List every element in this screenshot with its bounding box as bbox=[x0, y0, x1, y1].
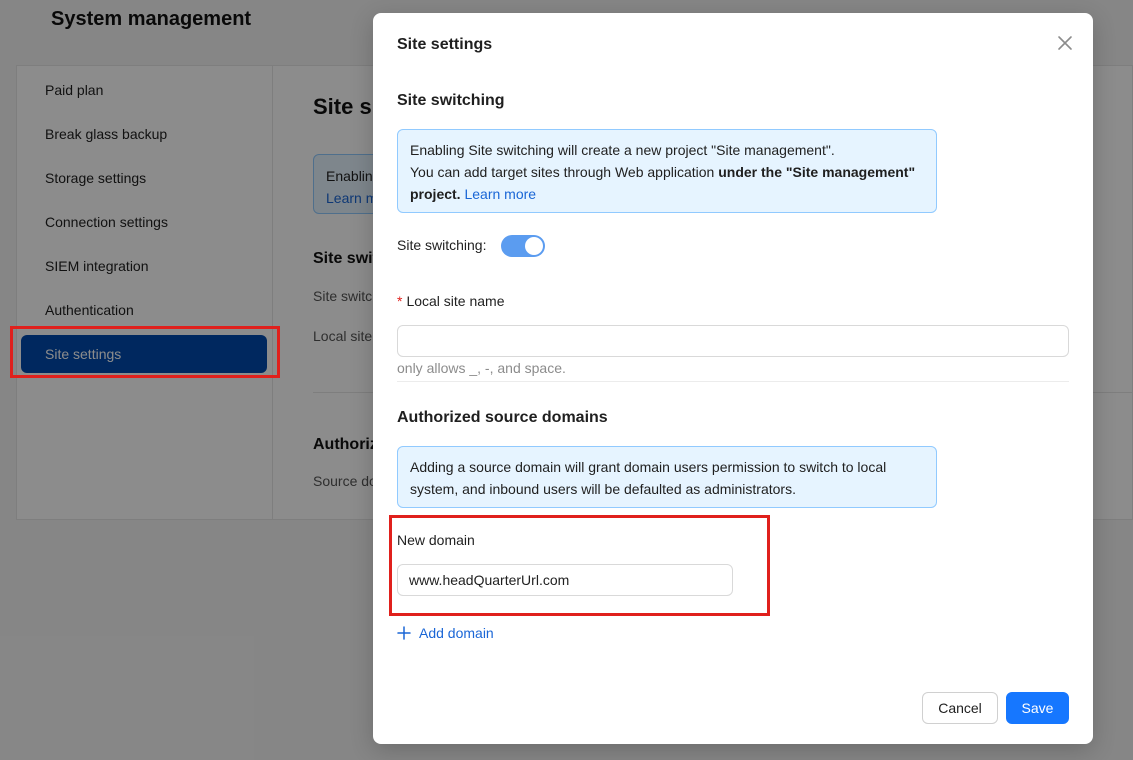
site-switching-info-alert: Enabling Site switching will create a ne… bbox=[397, 129, 937, 213]
section-site-switching: Site switching bbox=[397, 92, 505, 109]
site-switching-label: Site switching: bbox=[397, 237, 487, 253]
add-domain-button[interactable]: Add domain bbox=[397, 625, 494, 641]
close-icon bbox=[1058, 36, 1072, 50]
local-site-name-label-text: Local site name bbox=[406, 293, 505, 309]
section-divider bbox=[397, 381, 1069, 382]
learn-more-link[interactable]: Learn more bbox=[464, 186, 536, 202]
alert-text-line1: Enabling Site switching will create a ne… bbox=[410, 142, 835, 158]
site-settings-modal: Site settings Site switching Enabling Si… bbox=[373, 13, 1093, 744]
close-button[interactable] bbox=[1053, 31, 1077, 55]
required-mark: * bbox=[397, 293, 403, 309]
local-site-name-label: * Local site name bbox=[397, 293, 505, 309]
section-authorized-source-domains: Authorized source domains bbox=[397, 409, 608, 426]
add-domain-label: Add domain bbox=[419, 625, 494, 641]
alert-text-part: You can add target sites through Web app… bbox=[410, 164, 719, 180]
site-switching-toggle[interactable] bbox=[501, 235, 545, 257]
save-button[interactable]: Save bbox=[1006, 692, 1069, 724]
local-site-name-input[interactable] bbox=[397, 325, 1069, 357]
cancel-button[interactable]: Cancel bbox=[922, 692, 998, 724]
authorized-domains-info-alert: Adding a source domain will grant domain… bbox=[397, 446, 937, 508]
highlight-site-settings bbox=[10, 326, 280, 378]
alert-text-line2: You can add target sites through Web app… bbox=[410, 161, 924, 205]
plus-icon bbox=[397, 626, 411, 640]
authorized-alert-text: Adding a source domain will grant domain… bbox=[410, 459, 887, 497]
highlight-new-domain bbox=[389, 515, 770, 616]
local-site-name-hint: only allows _, -, and space. bbox=[397, 360, 566, 376]
toggle-knob bbox=[525, 237, 543, 255]
modal-title: Site settings bbox=[397, 36, 493, 53]
